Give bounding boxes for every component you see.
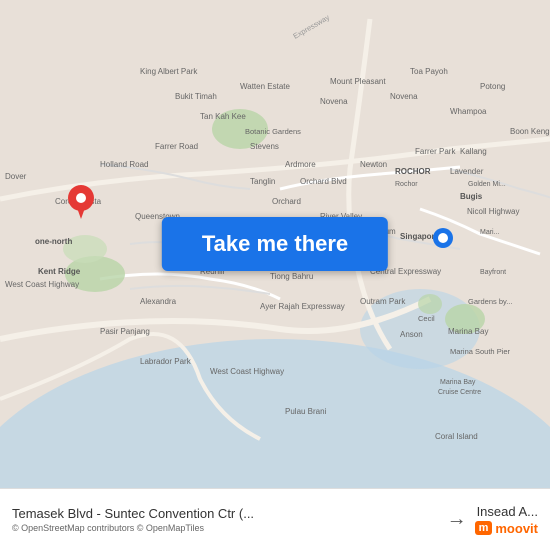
svg-text:Newton: Newton — [360, 160, 387, 169]
svg-text:Anson: Anson — [400, 330, 423, 339]
destination-marker — [432, 227, 454, 254]
svg-text:Ardmore: Ardmore — [285, 160, 316, 169]
svg-text:Bukit Timah: Bukit Timah — [175, 92, 217, 101]
app-container: King Albert Park Bukit Timah Watten Esta… — [0, 0, 550, 550]
svg-text:Novena: Novena — [390, 92, 418, 101]
attribution-text: © OpenStreetMap contributors © OpenMapTi… — [12, 523, 439, 533]
arrow-icon: → — [447, 508, 467, 531]
svg-text:Cecil: Cecil — [418, 314, 435, 323]
svg-text:Pasir Panjang: Pasir Panjang — [100, 327, 150, 336]
svg-text:Whampoa: Whampoa — [450, 107, 487, 116]
moovit-wordmark: moovit — [495, 521, 538, 536]
svg-text:Mount Pleasant: Mount Pleasant — [330, 77, 386, 86]
svg-text:Gardens by...: Gardens by... — [468, 297, 512, 306]
svg-text:Orchard Blvd: Orchard Blvd — [300, 177, 347, 186]
svg-text:Boon Keng: Boon Keng — [510, 127, 550, 136]
svg-text:Tan Kah Kee: Tan Kah Kee — [200, 112, 246, 121]
bottom-right: Insead A... m moovit — [475, 504, 538, 536]
svg-text:West Coast Highway: West Coast Highway — [5, 280, 79, 289]
svg-text:Ayer Rajah Expressway: Ayer Rajah Expressway — [260, 302, 345, 311]
svg-text:Coral Island: Coral Island — [435, 432, 478, 441]
svg-text:Cruise Centre: Cruise Centre — [438, 389, 481, 396]
svg-text:Kallang: Kallang — [460, 147, 487, 156]
svg-text:West Coast Highway: West Coast Highway — [210, 367, 284, 376]
svg-text:Rochor: Rochor — [395, 181, 418, 188]
svg-text:Labrador Park: Labrador Park — [140, 357, 192, 366]
svg-text:Bayfront: Bayfront — [480, 269, 506, 276]
svg-text:Bugis: Bugis — [460, 192, 483, 201]
take-me-there-button[interactable]: Take me there — [162, 217, 388, 271]
svg-text:one-north: one-north — [35, 237, 72, 246]
svg-text:Tanglin: Tanglin — [250, 177, 275, 186]
bottom-bar: Temasek Blvd - Suntec Convention Ctr (..… — [0, 488, 550, 550]
svg-text:Farrer Park: Farrer Park — [415, 147, 456, 156]
svg-text:Dover: Dover — [5, 172, 27, 181]
svg-text:Lavender: Lavender — [450, 167, 484, 176]
map-area: King Albert Park Bukit Timah Watten Esta… — [0, 0, 550, 488]
svg-text:Alexandra: Alexandra — [140, 297, 177, 306]
svg-text:Watten Estate: Watten Estate — [240, 82, 291, 91]
moovit-m-badge: m — [475, 521, 493, 535]
svg-text:ROCHOR: ROCHOR — [395, 167, 431, 176]
svg-text:Nicoll Highway: Nicoll Highway — [467, 207, 519, 216]
svg-text:Mari...: Mari... — [480, 229, 500, 236]
svg-text:Marina Bay: Marina Bay — [440, 379, 476, 386]
moovit-logo: m moovit — [475, 521, 538, 536]
bottom-left: Temasek Blvd - Suntec Convention Ctr (..… — [12, 506, 439, 533]
svg-text:Stevens: Stevens — [250, 142, 279, 151]
svg-text:Marina South Pier: Marina South Pier — [450, 347, 511, 356]
origin-marker — [68, 185, 94, 224]
svg-text:Toa Payoh: Toa Payoh — [410, 67, 448, 76]
svg-text:King Albert Park: King Albert Park — [140, 67, 198, 76]
svg-text:Orchard: Orchard — [272, 197, 301, 206]
svg-text:Farrer Road: Farrer Road — [155, 142, 198, 151]
svg-text:Botanic Gardens: Botanic Gardens — [245, 127, 301, 136]
destination-label: Insead A... — [477, 504, 538, 519]
svg-text:Novena: Novena — [320, 97, 348, 106]
svg-text:Outram Park: Outram Park — [360, 297, 406, 306]
origin-label: Temasek Blvd - Suntec Convention Ctr (..… — [12, 506, 439, 521]
svg-text:Holland Road: Holland Road — [100, 160, 148, 169]
svg-text:Potong: Potong — [480, 82, 505, 91]
svg-text:Marina Bay: Marina Bay — [448, 327, 488, 336]
svg-text:Kent Ridge: Kent Ridge — [38, 267, 81, 276]
svg-text:Pulau Brani: Pulau Brani — [285, 407, 327, 416]
svg-text:Tiong Bahru: Tiong Bahru — [270, 272, 313, 281]
svg-text:Golden Mi...: Golden Mi... — [468, 181, 506, 188]
